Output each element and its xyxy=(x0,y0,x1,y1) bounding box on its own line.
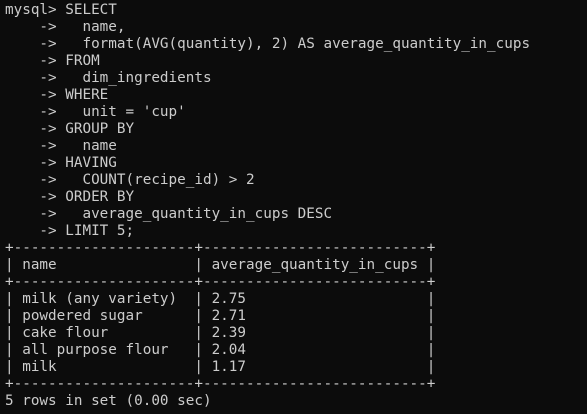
table-border: +---------------------+-----------------… xyxy=(5,240,436,256)
table-border: +---------------------+-----------------… xyxy=(5,274,436,290)
query-line: -> dim_ingredients xyxy=(5,70,212,86)
table-header: | name | average_quantity_in_cups | xyxy=(5,257,436,273)
query-line: -> HAVING xyxy=(5,155,117,171)
query-line: -> unit = 'cup' xyxy=(5,104,186,120)
query-line: -> FROM xyxy=(5,53,100,69)
table-row: | cake flour | 2.39 | xyxy=(5,325,436,341)
terminal-window[interactable]: mysql> SELECT -> name, -> format(AVG(qua… xyxy=(0,0,587,414)
result-summary: 5 rows in set (0.00 sec) xyxy=(5,393,212,409)
table-row: | milk | 1.17 | xyxy=(5,359,436,375)
query-line: -> name xyxy=(5,138,117,154)
query-line: -> name, xyxy=(5,19,126,35)
query-line: -> COUNT(recipe_id) > 2 xyxy=(5,172,255,188)
query-line: -> format(AVG(quantity), 2) AS average_q… xyxy=(5,36,531,52)
query-line: -> LIMIT 5; xyxy=(5,223,135,239)
prompt-line: mysql> SELECT xyxy=(5,2,117,18)
query-line: -> GROUP BY xyxy=(5,121,135,137)
query-line: -> WHERE xyxy=(5,87,109,103)
table-border: +---------------------+-----------------… xyxy=(5,376,436,392)
query-line: -> average_quantity_in_cups DESC xyxy=(5,206,333,222)
table-row: | milk (any variety) | 2.75 | xyxy=(5,291,436,307)
table-row: | powdered sugar | 2.71 | xyxy=(5,308,436,324)
table-row: | all purpose flour | 2.04 | xyxy=(5,342,436,358)
query-line: -> ORDER BY xyxy=(5,189,135,205)
